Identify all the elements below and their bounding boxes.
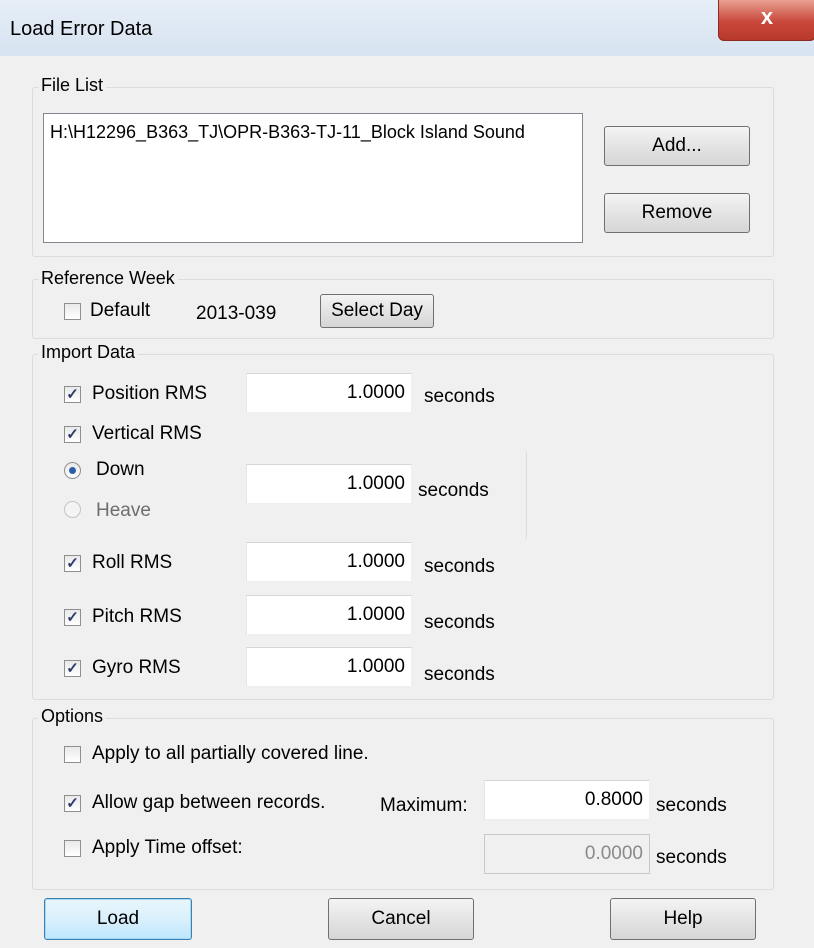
pitch-rms-field[interactable]: 1.0000 — [246, 595, 412, 635]
options-legend: Options — [38, 706, 107, 727]
position-rms-checkbox[interactable]: ✓ — [64, 386, 81, 403]
file-list-item[interactable]: H:\H12296_B363_TJ\OPR-B363-TJ-11_Block I… — [50, 122, 580, 143]
gyro-rms-checkbox[interactable]: ✓ — [64, 660, 81, 677]
title-bar: Load Error Data x — [0, 0, 814, 56]
add-button[interactable]: Add... — [604, 126, 750, 166]
max-gap-unit: seconds — [656, 795, 727, 816]
down-unit: seconds — [418, 480, 489, 501]
down-label: Down — [96, 459, 145, 480]
close-button[interactable]: x — [718, 0, 814, 41]
reference-week-legend: Reference Week — [38, 268, 178, 289]
maximum-label: Maximum: — [380, 795, 468, 816]
max-gap-field[interactable]: 0.8000 — [484, 780, 650, 820]
gyro-rms-unit: seconds — [424, 664, 495, 685]
time-offset-unit: seconds — [656, 847, 727, 868]
roll-rms-label: Roll RMS — [92, 552, 173, 573]
import-data-legend: Import Data — [38, 342, 139, 363]
pitch-rms-unit: seconds — [424, 612, 495, 633]
cancel-button[interactable]: Cancel — [328, 898, 474, 940]
gyro-rms-label: Gyro RMS — [92, 657, 181, 678]
heave-radio[interactable] — [64, 501, 81, 518]
time-offset-label: Apply Time offset: — [92, 837, 243, 858]
pitch-rms-checkbox[interactable]: ✓ — [64, 609, 81, 626]
allow-gap-checkbox[interactable]: ✓ — [64, 795, 81, 812]
roll-rms-checkbox[interactable]: ✓ — [64, 555, 81, 572]
roll-rms-unit: seconds — [424, 556, 495, 577]
down-radio[interactable] — [64, 462, 81, 479]
vertical-rms-label: Vertical RMS — [92, 423, 202, 444]
apply-partial-label: Apply to all partially covered line. — [92, 743, 369, 764]
position-rms-field[interactable]: 1.0000 — [246, 373, 412, 413]
time-offset-checkbox[interactable] — [64, 840, 81, 857]
apply-partial-checkbox[interactable] — [64, 746, 81, 763]
pitch-rms-label: Pitch RMS — [92, 606, 182, 627]
default-checkbox[interactable] — [64, 303, 81, 320]
time-offset-field[interactable]: 0.0000 — [484, 834, 650, 874]
roll-rms-field[interactable]: 1.0000 — [246, 542, 412, 582]
reference-week-value: 2013-039 — [196, 303, 277, 324]
file-list-legend: File List — [38, 75, 107, 96]
load-button[interactable]: Load — [44, 898, 192, 940]
allow-gap-label: Allow gap between records. — [92, 792, 326, 813]
position-rms-unit: seconds — [424, 386, 495, 407]
select-day-button[interactable]: Select Day — [320, 294, 434, 328]
remove-button[interactable]: Remove — [604, 193, 750, 233]
window-title: Load Error Data — [10, 18, 153, 40]
close-icon: x — [760, 4, 774, 29]
gyro-rms-field[interactable]: 1.0000 — [246, 647, 412, 687]
help-button[interactable]: Help — [610, 898, 756, 940]
heave-label: Heave — [96, 500, 151, 521]
down-field[interactable]: 1.0000 — [246, 464, 412, 504]
file-listbox[interactable]: H:\H12296_B363_TJ\OPR-B363-TJ-11_Block I… — [43, 113, 583, 243]
vertical-rms-checkbox[interactable]: ✓ — [64, 426, 81, 443]
default-label: Default — [90, 300, 151, 321]
position-rms-label: Position RMS — [92, 383, 208, 404]
